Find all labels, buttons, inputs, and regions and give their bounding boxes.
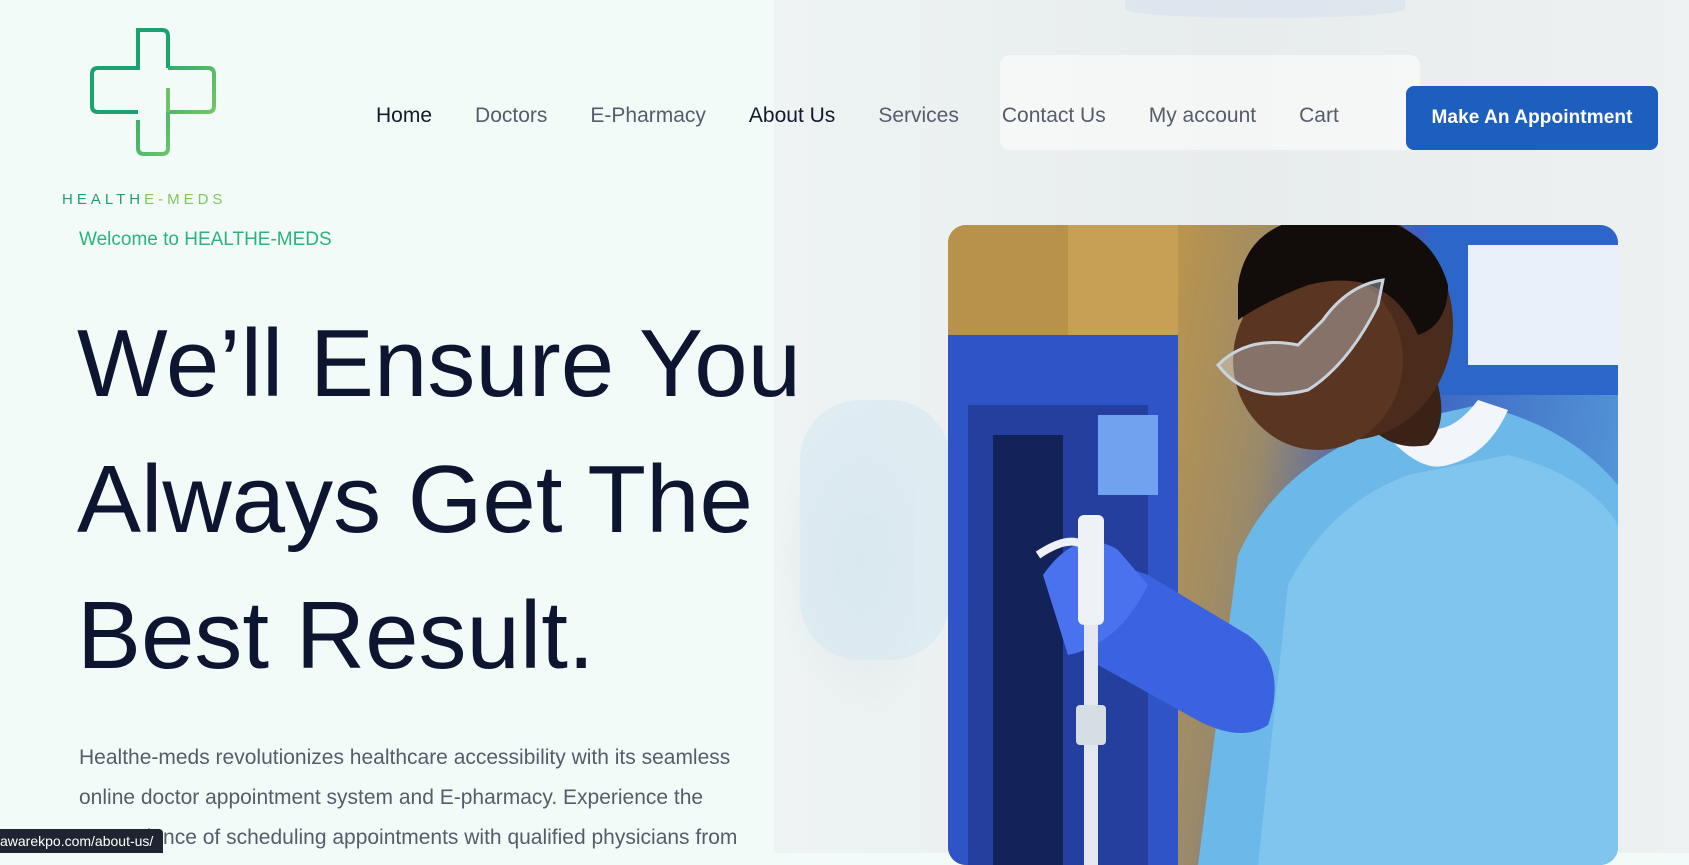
brand-wordmark-part2: E-MEDS xyxy=(144,191,227,208)
welcome-tagline: Welcome to HEALTHE-MEDS xyxy=(79,229,332,250)
hero-photo-lab-technician xyxy=(948,225,1618,865)
nav-services[interactable]: Services xyxy=(878,104,959,128)
hero-description-line: convenience of scheduling appointments w… xyxy=(79,826,738,849)
brand-wordmark-part1: HEALTH xyxy=(62,191,145,208)
nav-doctors[interactable]: Doctors xyxy=(475,104,547,128)
nav-about-us[interactable]: About Us xyxy=(749,104,835,128)
main-nav: Home Doctors E-Pharmacy About Us Service… xyxy=(376,104,1382,128)
hero-title-line: Best Result. xyxy=(77,582,595,689)
nav-e-pharmacy[interactable]: E-Pharmacy xyxy=(590,104,706,128)
hero-description-line: online doctor appointment system and E-p… xyxy=(79,786,704,809)
hero-description-line: Healthe-meds revolutionizes healthcare a… xyxy=(79,746,731,769)
brand-wordmark: HEALTHE-MEDS xyxy=(62,191,252,208)
nav-home[interactable]: Home xyxy=(376,104,432,128)
background-lamp-shape xyxy=(1125,0,1405,18)
make-appointment-button[interactable]: Make An Appointment xyxy=(1406,86,1658,150)
background-equipment-shape xyxy=(1000,55,1420,150)
nav-my-account[interactable]: My account xyxy=(1149,104,1256,128)
medical-cross-icon xyxy=(90,28,216,156)
site-logo[interactable]: HEALTHE-MEDS xyxy=(62,28,252,210)
hero-title: We’ll Ensure You Always Get The Best Res… xyxy=(77,296,877,704)
hero-title-line: Always Get The xyxy=(77,446,753,553)
lab-technician-illustration xyxy=(948,225,1618,865)
hero-title-line: We’ll Ensure You xyxy=(77,310,802,417)
nav-contact-us[interactable]: Contact Us xyxy=(1002,104,1106,128)
link-preview-status-bar: awarekpo.com/about-us/ xyxy=(0,829,164,853)
nav-cart[interactable]: Cart xyxy=(1299,104,1339,128)
hero-description: Healthe-meds revolutionizes healthcare a… xyxy=(79,738,779,858)
